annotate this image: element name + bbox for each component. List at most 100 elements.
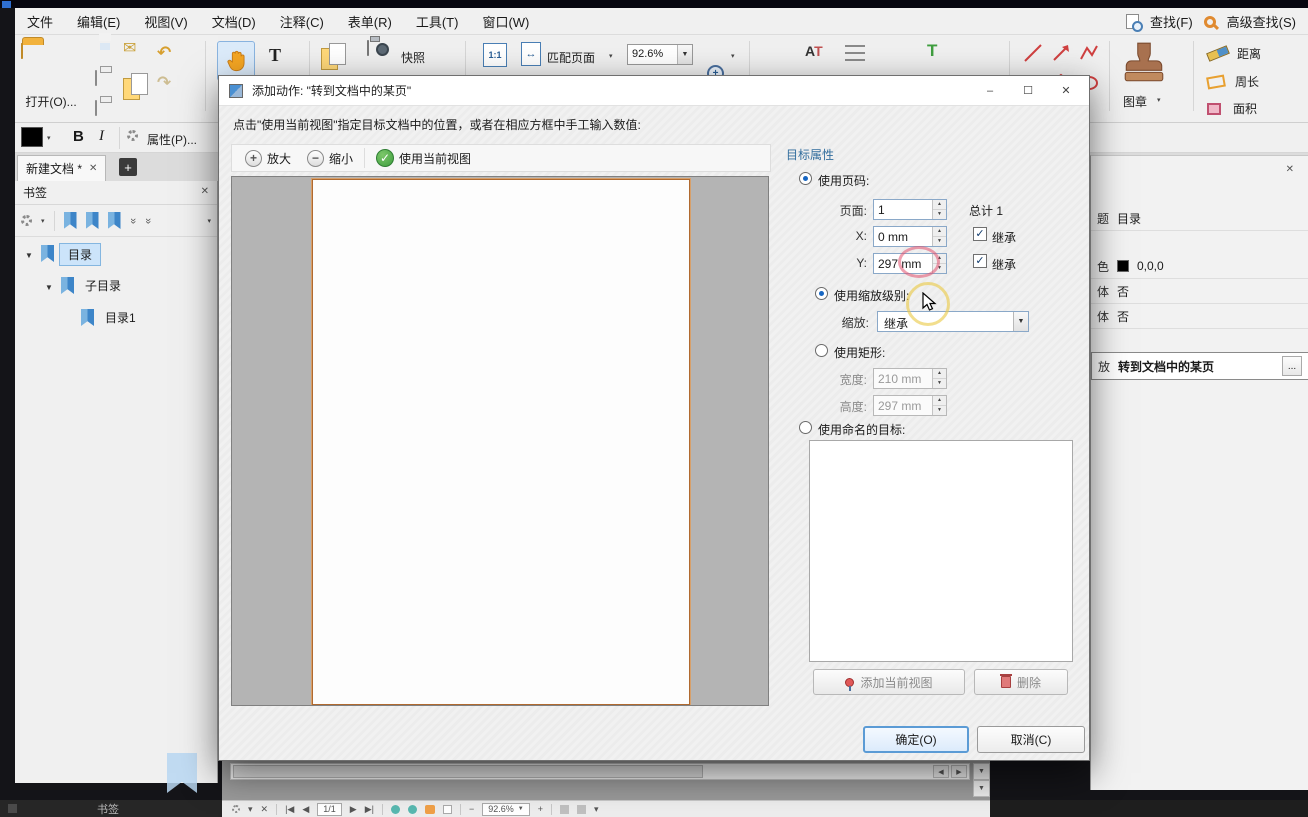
redo-button[interactable]: ↷ xyxy=(157,73,171,93)
dialog-zoom-out-button[interactable]: − 缩小 xyxy=(302,149,358,167)
properties-panel-close-icon[interactable]: ✕ xyxy=(1286,164,1294,175)
text-box-tool-button[interactable]: T xyxy=(927,41,937,61)
dialog-minimize-button[interactable]: – xyxy=(971,76,1009,105)
stamp-tool-button[interactable] xyxy=(1123,39,1165,90)
line-tool-button[interactable] xyxy=(1023,43,1043,63)
last-page-icon[interactable]: ▶| xyxy=(365,804,374,815)
y-input[interactable]: 297 mm ▲ ▼ xyxy=(873,253,947,274)
action-more-button[interactable]: ... xyxy=(1282,356,1302,376)
fit-page-label[interactable]: 匹配页面 xyxy=(547,49,595,66)
options-caret-icon[interactable]: ▾ xyxy=(248,804,253,815)
bookmark-item-zimulu[interactable]: 子目录 xyxy=(77,275,129,296)
stamp-label[interactable]: 图章 xyxy=(1123,93,1147,110)
menu-window[interactable]: 窗口(W) xyxy=(470,7,541,36)
perimeter-tool-button[interactable]: 周长 xyxy=(1206,73,1259,90)
scroll-down-icon[interactable]: ▼ xyxy=(973,763,990,780)
spin-down-icon[interactable]: ▼ xyxy=(933,264,946,273)
polyline-tool-button[interactable] xyxy=(1079,43,1099,63)
dialog-zoom-in-button[interactable]: + 放大 xyxy=(240,149,296,167)
view-mode-icon[interactable] xyxy=(390,804,400,814)
open-button[interactable] xyxy=(21,43,23,59)
area-tool-button[interactable]: 面积 xyxy=(1207,100,1257,117)
snapshot-label[interactable]: 快照 xyxy=(401,49,425,66)
zoom-level-dropdown[interactable]: 92.6% ▼ xyxy=(627,44,693,65)
view-mode-icon[interactable] xyxy=(407,804,417,814)
spin-up-icon[interactable]: ▲ xyxy=(933,227,946,237)
expand-all-icon[interactable]: » xyxy=(127,217,139,223)
cancel-button[interactable]: 取消(C) xyxy=(977,726,1085,753)
typewriter-tool-button[interactable]: AT xyxy=(805,43,823,59)
actual-size-button[interactable]: 1:1 xyxy=(483,43,507,67)
menu-advanced-find[interactable]: 高级查找(S) xyxy=(1221,7,1302,36)
previous-page-icon[interactable]: ◀ xyxy=(302,804,309,815)
bookmark-item-mulu[interactable]: 目录 xyxy=(59,243,102,266)
save-copy-button[interactable] xyxy=(95,100,97,116)
new-child-bookmark-icon[interactable] xyxy=(85,212,99,229)
spin-up-icon[interactable]: ▲ xyxy=(933,254,946,264)
use-current-view-button[interactable]: ✓ 使用当前视图 xyxy=(371,149,476,167)
properties-button[interactable]: 属性(P)... xyxy=(147,131,197,148)
close-icon[interactable]: ✕ xyxy=(261,804,269,815)
property-row-color[interactable]: 色 0,0,0 xyxy=(1091,254,1308,279)
distance-tool-button[interactable]: 距离 xyxy=(1206,45,1261,62)
new-bookmark-icon[interactable] xyxy=(63,212,77,229)
menu-form[interactable]: 表单(R) xyxy=(336,7,404,36)
preview-page[interactable] xyxy=(311,178,691,705)
new-tab-button[interactable]: + xyxy=(119,158,137,176)
named-destinations-list[interactable] xyxy=(809,440,1073,662)
undo-button[interactable]: ↶ xyxy=(157,43,171,63)
spin-down-icon[interactable]: ▼ xyxy=(933,210,946,219)
spin-up-icon[interactable]: ▲ xyxy=(933,200,946,210)
fit-page-caret-icon[interactable]: ▾ xyxy=(609,52,613,60)
arrow-tool-button[interactable] xyxy=(1051,43,1071,63)
list-tool-icon[interactable] xyxy=(845,45,865,61)
dialog-titlebar[interactable]: 添加动作: "转到文档中的某页" – ☐ ✕ xyxy=(219,76,1089,106)
color-swatch-button[interactable] xyxy=(21,127,43,147)
color-swatch[interactable] xyxy=(1117,260,1129,272)
scroll-right-icon[interactable]: ▶ xyxy=(951,765,967,778)
x-input[interactable]: 0 mm ▲ ▼ xyxy=(873,226,947,247)
tab-close-icon[interactable]: ✕ xyxy=(89,163,97,174)
zoom-tool-caret-icon[interactable]: ▾ xyxy=(731,52,735,60)
x-spinner[interactable]: ▲ ▼ xyxy=(932,227,946,246)
property-row-action[interactable]: 放 转到文档中的某页 ... xyxy=(1091,352,1308,380)
print-button[interactable] xyxy=(95,70,97,86)
horizontal-scrollbar[interactable]: ◀ ▶ xyxy=(230,763,970,780)
expander-icon[interactable]: ▼ xyxy=(25,251,33,260)
menu-tools[interactable]: 工具(T) xyxy=(404,7,471,36)
scroll-left-icon[interactable]: ◀ xyxy=(933,765,949,778)
use-page-number-radio[interactable] xyxy=(799,172,812,185)
page-number-box[interactable]: 1/1 xyxy=(317,802,342,816)
scroll-down-icon[interactable]: ▼ xyxy=(973,780,990,797)
layout-icon[interactable] xyxy=(576,804,586,814)
page-number-input[interactable]: 1 ▲ ▼ xyxy=(873,199,947,220)
first-page-icon[interactable]: |◀ xyxy=(285,804,294,815)
spin-down-icon[interactable]: ▼ xyxy=(933,237,946,246)
zoom-mode-caret-icon[interactable]: ▼ xyxy=(1013,312,1028,331)
layout-icon[interactable] xyxy=(559,804,569,814)
property-row-italic[interactable]: 体 否 xyxy=(1091,304,1308,329)
zoom-mode-dropdown[interactable]: 继承 ▼ xyxy=(877,311,1029,332)
use-named-destination-radio[interactable] xyxy=(799,421,812,434)
menu-find[interactable]: 查找(F) xyxy=(1144,7,1199,36)
bold-button[interactable]: B xyxy=(73,128,84,145)
bookmarks-options-caret-icon[interactable]: ▾ xyxy=(41,217,45,225)
page-number-spinner[interactable]: ▲ ▼ xyxy=(932,200,946,219)
y-spinner[interactable]: ▲ ▼ xyxy=(932,254,946,273)
property-row-bold[interactable]: 体 否 xyxy=(1091,279,1308,304)
color-caret-icon[interactable]: ▾ xyxy=(47,134,51,142)
add-bookmark-icon[interactable] xyxy=(107,212,121,229)
use-zoom-level-radio[interactable] xyxy=(815,287,828,300)
stamp-caret-icon[interactable]: ▾ xyxy=(1157,96,1161,104)
dialog-close-button[interactable]: ✕ xyxy=(1047,76,1085,105)
more-caret-icon[interactable]: ▾ xyxy=(594,804,599,815)
menu-document[interactable]: 文档(D) xyxy=(200,7,268,36)
zoom-dropdown-caret-icon[interactable]: ▼ xyxy=(677,45,692,64)
email-button[interactable]: ✉ xyxy=(123,41,136,57)
dialog-maximize-button[interactable]: ☐ xyxy=(1009,76,1047,105)
bookmark-item-mulu1[interactable]: 目录1 xyxy=(97,307,144,328)
zoom-out-icon[interactable]: − xyxy=(469,804,474,814)
menu-edit[interactable]: 编辑(E) xyxy=(65,7,132,36)
property-row-title[interactable]: 题 目录 xyxy=(1091,206,1308,231)
ok-button[interactable]: 确定(O) xyxy=(863,726,969,753)
